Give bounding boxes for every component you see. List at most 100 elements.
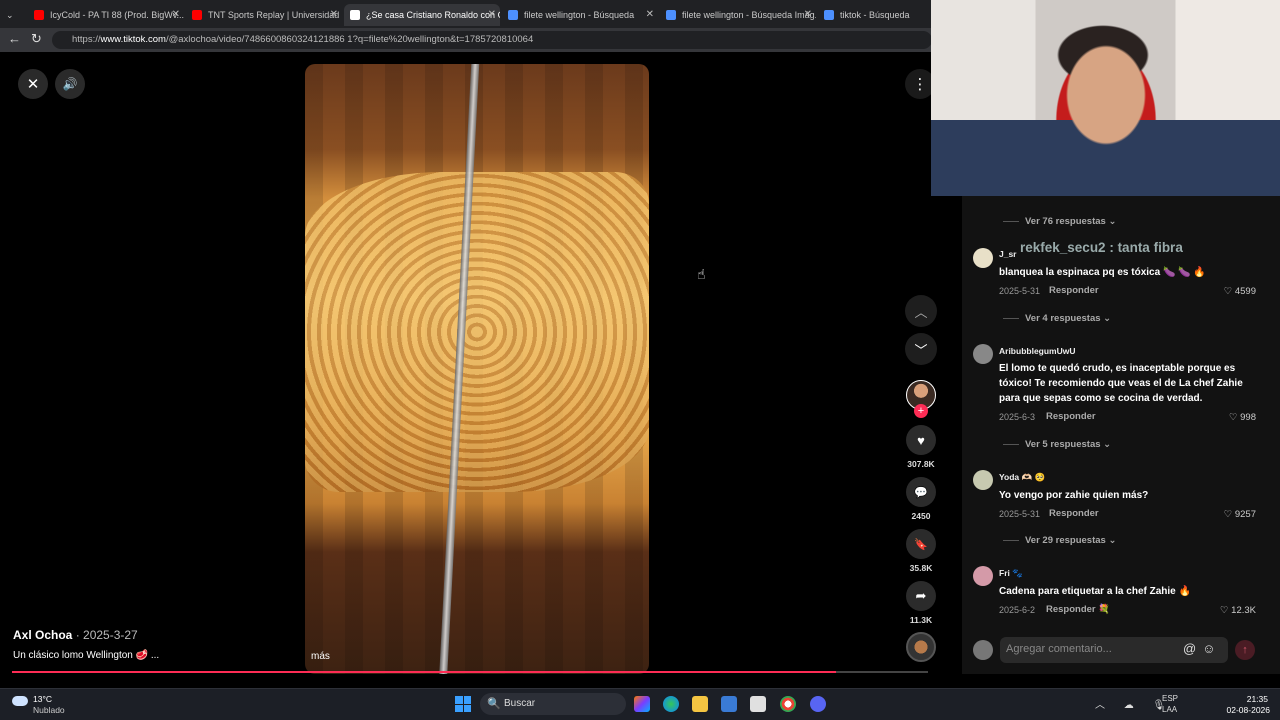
share-count: 11.3K	[909, 615, 933, 625]
more-caption-link[interactable]: más	[311, 651, 330, 662]
reload-icon[interactable]: ↻	[31, 31, 42, 47]
save-count: 35.8K	[909, 563, 933, 573]
close-tab-icon[interactable]: ✕	[488, 9, 496, 20]
url-path: /@axlochoa/video/7486600860324121886 1?q…	[165, 34, 534, 45]
tab-title: TNT Sports Replay | Universidad d...	[208, 10, 342, 20]
language-indicator[interactable]: ESP	[1162, 694, 1178, 703]
clock-date[interactable]: 02-08-2026	[1224, 705, 1270, 715]
tab-youtube-tnt[interactable]: TNT Sports Replay | Universidad d... ✕	[186, 4, 342, 26]
youtube-icon	[192, 10, 202, 20]
tab-title: tiktok - Búsqueda	[840, 10, 910, 20]
follow-plus-icon[interactable]: +	[914, 404, 928, 418]
comment-text: Cadena para etiquetar a la chef Zahie 🔥	[999, 586, 1191, 597]
music-disc-icon[interactable]	[906, 632, 936, 662]
store-icon[interactable]	[750, 696, 766, 712]
comment-username[interactable]: J_sr	[999, 249, 1017, 259]
tab-tiktok-cristiano[interactable]: ¿Se casa Cristiano Ronaldo con Ge... ✕	[344, 4, 500, 26]
keyboard-layout[interactable]: LAA	[1162, 705, 1177, 714]
video-author[interactable]: Axl Ochoa · 2025-3-27	[13, 628, 138, 642]
comment-avatar[interactable]	[973, 566, 993, 586]
video-caption: Un clásico lomo Wellington 🥩 ...	[13, 650, 160, 661]
my-avatar	[973, 640, 993, 660]
comment-like[interactable]: ♡ 998	[1229, 412, 1256, 423]
comment-avatar[interactable]	[973, 470, 993, 490]
copilot-icon[interactable]	[634, 696, 650, 712]
bookmark-icon[interactable]: 🔖	[906, 529, 936, 559]
tab-search-filete[interactable]: filete wellington - Búsqueda ✕	[502, 4, 658, 26]
webcam-overlay	[931, 0, 1280, 196]
comment-text: blanquea la espinaca pq es tóxica 🍆 🍆 🔥	[999, 267, 1206, 278]
comment-avatar[interactable]	[973, 344, 993, 364]
clock-time[interactable]: 21:35	[1236, 694, 1268, 704]
comment-date: 2025-5-31	[999, 509, 1041, 519]
comment-like[interactable]: ♡ 9257	[1224, 509, 1256, 520]
taskbar-search[interactable]: Buscar	[480, 693, 626, 715]
tab-search-tiktok[interactable]: tiktok - Búsqueda	[818, 4, 930, 26]
weather-description[interactable]: Nublado	[33, 705, 65, 715]
stream-chat-overlay: rekfek_secu2 : tanta fibra	[1020, 240, 1183, 255]
comment-date: 2025-5-31	[999, 286, 1041, 296]
reply-button[interactable]: Responder	[1049, 285, 1099, 296]
view-replies-link[interactable]: Ver 5 respuestas ⌄	[1003, 439, 1111, 450]
comment-count: 2450	[911, 511, 931, 521]
url-host: www.tiktok.com	[100, 34, 166, 45]
tiktok-icon	[350, 10, 360, 20]
url-field[interactable]: https://www.tiktok.com/@axlochoa/video/7…	[52, 31, 932, 49]
discord-icon[interactable]	[810, 696, 826, 712]
share-icon[interactable]: ➦	[906, 581, 936, 611]
comment-action[interactable]: 💬 2450	[906, 477, 936, 521]
tab-menu-button[interactable]: ⌄	[0, 4, 24, 26]
comment-username[interactable]: Yoda 🫶🏻 🥺	[999, 472, 1045, 483]
comment-username[interactable]: Fri 🐾	[999, 568, 1023, 579]
comment-username[interactable]: AribubblegumUwU	[999, 346, 1076, 356]
heart-icon[interactable]: ♥	[906, 425, 936, 455]
search-icon	[508, 10, 518, 20]
next-video-icon[interactable]: ﹀	[905, 333, 937, 365]
chrome-icon[interactable]	[780, 696, 796, 712]
share-action[interactable]: ➦ 11.3K	[906, 581, 936, 625]
video-date: · 2025-3-27	[72, 628, 138, 642]
comment-like[interactable]: ♡ 12.3K	[1220, 605, 1256, 616]
comment-like[interactable]: ♡ 4599	[1224, 286, 1256, 297]
tab-title: IcyCold - PA TI 88 (Prod. BigWv...	[50, 10, 184, 20]
url-prefix: https://	[72, 34, 101, 45]
tab-youtube-icycold[interactable]: IcyCold - PA TI 88 (Prod. BigWv... ✕	[28, 4, 184, 26]
like-count: 307.8K	[907, 459, 935, 469]
weather-temperature[interactable]: 13°C	[33, 694, 52, 704]
save-action[interactable]: 🔖 35.8K	[906, 529, 936, 573]
search-icon	[666, 10, 676, 20]
close-tab-icon[interactable]: ✕	[172, 9, 180, 20]
cloud-icon[interactable]	[12, 696, 28, 706]
comment-icon[interactable]: 💬	[906, 477, 936, 507]
view-replies-link[interactable]: Ver 76 respuestas ⌄	[1003, 216, 1116, 227]
close-tab-icon[interactable]: ✕	[330, 9, 338, 20]
previous-video-icon[interactable]: ︿	[905, 295, 937, 327]
author-name: Axl Ochoa	[13, 628, 73, 642]
reply-button[interactable]: Responder 💐	[1046, 604, 1110, 615]
mouse-cursor-icon: ☝	[697, 266, 706, 282]
wellington-pastry-image	[305, 172, 649, 492]
back-arrow-icon[interactable]: ←	[8, 31, 21, 46]
edge-icon[interactable]	[663, 696, 679, 712]
video-player[interactable]	[305, 64, 649, 674]
close-icon[interactable]: ✕	[18, 69, 48, 99]
comment-avatar[interactable]	[973, 248, 993, 268]
view-replies-link[interactable]: Ver 29 respuestas ⌄	[1003, 535, 1116, 546]
mention-emoji-icon[interactable]: @☺	[1183, 641, 1221, 656]
mail-icon[interactable]	[721, 696, 737, 712]
youtube-icon	[34, 10, 44, 20]
tab-search-images[interactable]: filete wellington - Búsqueda Imág... ✕	[660, 4, 816, 26]
comment-text: Yo vengo por zahie quien más?	[999, 490, 1149, 501]
close-tab-icon[interactable]: ✕	[646, 9, 654, 20]
windows-start-icon[interactable]	[455, 696, 471, 712]
search-icon	[824, 10, 834, 20]
file-explorer-icon[interactable]	[692, 696, 708, 712]
like-action[interactable]: ♥ 307.8K	[906, 425, 936, 469]
send-comment-button[interactable]: ↑	[1235, 640, 1255, 660]
search-icon: 🔍	[487, 698, 501, 710]
reply-button[interactable]: Responder	[1049, 508, 1099, 519]
volume-icon[interactable]: 🔊	[55, 69, 85, 99]
close-tab-icon[interactable]: ✕	[804, 9, 812, 20]
reply-button[interactable]: Responder	[1046, 411, 1096, 422]
view-replies-link[interactable]: Ver 4 respuestas ⌄	[1003, 313, 1111, 324]
